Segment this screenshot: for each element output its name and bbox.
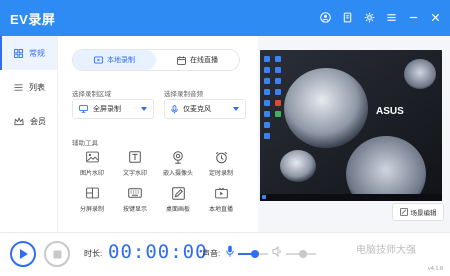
record-mode-tabs: 本地录制 在线直播 (72, 49, 240, 71)
keyboard-icon (127, 185, 143, 201)
screen-brand: ASUS (376, 106, 404, 117)
play-icon (19, 249, 28, 259)
start-record-button[interactable] (10, 241, 36, 267)
stop-record-button[interactable] (44, 241, 70, 267)
tools-title: 辅助工具 (72, 140, 98, 147)
video-icon (94, 56, 103, 64)
audio-select[interactable]: 仅麦克风 (164, 99, 246, 119)
tool-embed-camera[interactable]: 嵌入摄像头 (158, 149, 198, 177)
minimize-icon[interactable] (407, 11, 420, 24)
microphone-icon (171, 104, 178, 114)
file-icon[interactable] (341, 11, 354, 24)
sidebar-item-general[interactable]: 常规 (0, 36, 57, 70)
version-label: v4.1.8 (428, 266, 443, 272)
tool-image-watermark[interactable]: 图片水印 (72, 149, 112, 177)
mic-volume-knob[interactable] (251, 250, 259, 258)
record-area-select[interactable]: 全屏录制 (72, 99, 154, 119)
audio-label: 选择录制音频 (164, 91, 203, 98)
tab-online-live[interactable]: 在线直播 (156, 50, 239, 70)
close-icon[interactable] (429, 11, 442, 24)
sidebar-item-list[interactable]: 列表 (0, 70, 57, 104)
list-icon (14, 83, 23, 91)
mic-volume-slider[interactable] (238, 250, 268, 258)
gear-icon[interactable] (363, 11, 376, 24)
split-screen-icon (84, 185, 100, 201)
stop-icon (53, 250, 61, 258)
system-volume-knob[interactable] (299, 250, 307, 258)
sidebar: 常规 列表 会员 (0, 36, 58, 232)
pen-board-icon (170, 185, 186, 201)
sidebar-item-label: 会员 (30, 116, 46, 126)
chevron-down-icon (141, 107, 147, 111)
desktop-preview: ASUS (260, 50, 442, 201)
monitor-icon (79, 105, 88, 113)
control-bar: 时长: 00:00:00 声音: 电脑技师大强 v4.1.8 (0, 232, 450, 276)
user-icon[interactable] (319, 11, 332, 24)
volume-label: 声音: (202, 249, 221, 258)
camera-icon (170, 149, 186, 165)
duration-label: 时长: (84, 249, 103, 258)
tool-split-screen[interactable]: 分屏录制 (72, 185, 112, 213)
crown-icon (14, 117, 24, 125)
scene-edit-button[interactable]: 场景编辑 (392, 203, 444, 221)
tool-grid: 图片水印 文字水印 嵌入摄像头 定时录制 分屏录制 按键显示 桌面画板 本地直播 (72, 149, 242, 213)
record-area-label: 选择录制区域 (72, 91, 111, 98)
sidebar-item-label: 常规 (29, 48, 45, 58)
tool-text-watermark[interactable]: 文字水印 (115, 149, 155, 177)
alarm-icon (213, 149, 229, 165)
tool-desktop-board[interactable]: 桌面画板 (158, 185, 198, 213)
microphone-icon[interactable] (226, 245, 234, 258)
record-timer: 00:00:00 (108, 241, 208, 263)
tool-timed-record[interactable]: 定时录制 (201, 149, 241, 177)
preview-panel: ASUS 场景编辑 (258, 36, 450, 232)
settings-panel: 本地录制 在线直播 选择录制区域 全屏录制 选择录制音频 仅麦克风 辅助工具 图… (58, 36, 258, 232)
system-volume-slider[interactable] (286, 250, 316, 258)
grid-icon (14, 48, 23, 58)
calendar-icon (177, 55, 186, 65)
broadcast-icon (213, 185, 229, 201)
watermark-text: 电脑技师大强 (356, 245, 416, 256)
sidebar-item-label: 列表 (29, 82, 45, 92)
chevron-down-icon (233, 107, 239, 111)
text-icon (127, 149, 143, 165)
sidebar-item-member[interactable]: 会员 (0, 104, 57, 138)
app-title: EV录屏 (10, 11, 56, 27)
title-bar: EV录屏 (0, 0, 450, 36)
desktop-wallpaper: ASUS (260, 50, 442, 201)
tab-local-record[interactable]: 本地录制 (73, 50, 156, 70)
tool-local-live[interactable]: 本地直播 (201, 185, 241, 213)
tool-key-display[interactable]: 按键显示 (115, 185, 155, 213)
image-icon (84, 149, 100, 165)
speaker-icon[interactable] (272, 246, 282, 257)
scene-icon (399, 208, 408, 216)
menu-icon[interactable] (385, 11, 398, 24)
